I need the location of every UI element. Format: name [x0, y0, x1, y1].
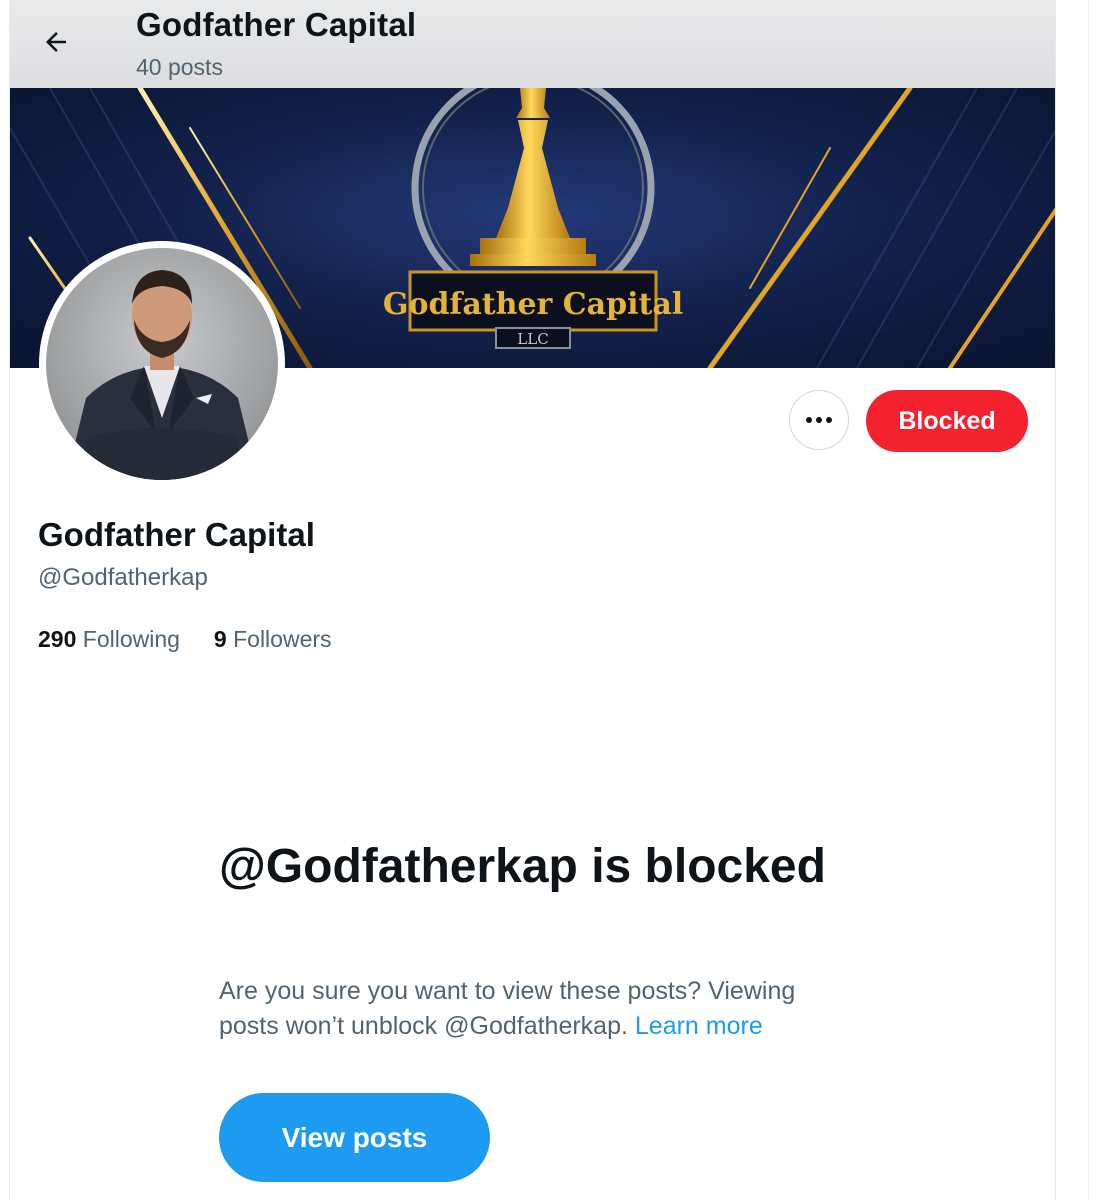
profile-page: Godfather Capital 40 posts Godfather Cap… [9, 0, 1056, 1200]
post-count: 40 posts [136, 54, 223, 80]
blocked-description: Are you sure you want to view these post… [219, 974, 859, 1044]
blocked-button[interactable]: Blocked [866, 390, 1028, 452]
following-label: Following [82, 626, 180, 652]
followers-label: Followers [233, 626, 332, 652]
followers-count: 9 [213, 626, 227, 652]
blocked-heading: @Godfatherkap is blocked [219, 840, 826, 893]
avatar[interactable] [39, 241, 285, 487]
avatar-photo [46, 248, 278, 480]
profile-handle: @Godfatherkap [38, 564, 208, 591]
banner-logo-text: Godfather Capital [383, 287, 683, 322]
header-title: Godfather Capital [136, 6, 417, 43]
banner-logo-subtext: LLC [517, 330, 548, 348]
followers-link[interactable]: 9 Followers [214, 626, 332, 653]
more-horizontal-icon [806, 417, 832, 423]
profile-header: Godfather Capital 40 posts [10, 0, 1055, 88]
learn-more-link[interactable]: Learn more [635, 1012, 763, 1040]
profile-name: Godfather Capital [38, 516, 315, 553]
back-button[interactable] [32, 18, 80, 66]
view-posts-button[interactable]: View posts [219, 1093, 490, 1182]
more-options-button[interactable] [789, 390, 849, 450]
right-gutter [1056, 0, 1104, 1200]
following-link[interactable]: 290 Following [38, 626, 180, 653]
arrow-left-icon [46, 32, 66, 52]
profile-stats: 290 Following 9 Followers [38, 626, 332, 653]
divider [1088, 0, 1089, 1200]
following-count: 290 [38, 626, 77, 652]
